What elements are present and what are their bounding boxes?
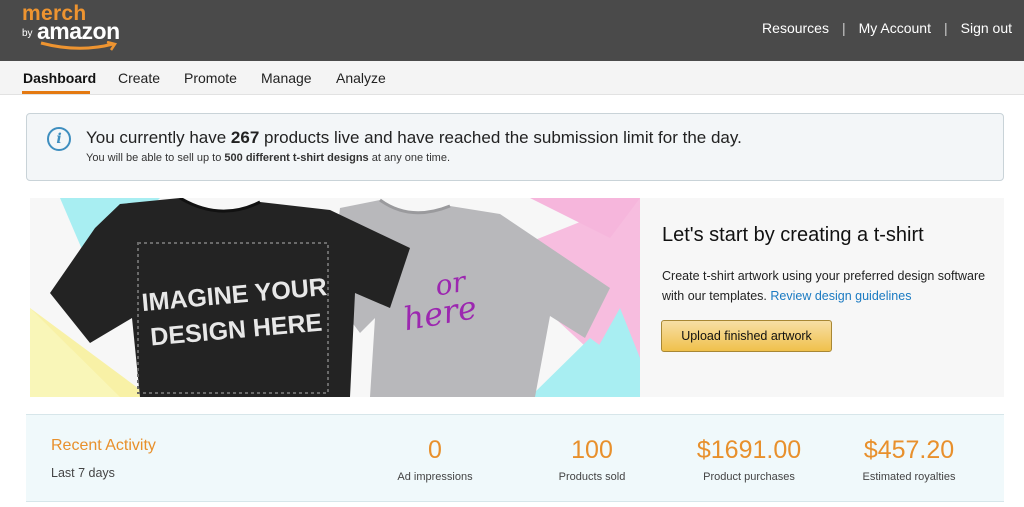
- top-header: merch by amazon Resources | My Account |…: [0, 0, 1024, 61]
- metric-value: 100: [571, 436, 613, 464]
- divider: |: [841, 20, 846, 36]
- recent-activity-title: Recent Activity: [51, 437, 156, 454]
- tab-manage[interactable]: Manage: [261, 70, 312, 86]
- submission-limit-alert: i You currently have 267 products live a…: [26, 113, 1004, 181]
- active-tab-indicator: [22, 91, 90, 94]
- shirt-grey-text-line-2: here: [400, 288, 479, 338]
- metric-label: Products sold: [558, 471, 626, 483]
- activity-period: Last 7 days: [51, 466, 115, 480]
- account-links: Resources | My Account | Sign out: [762, 20, 1012, 36]
- logo-amazon-text: amazon: [37, 18, 120, 44]
- metric-label: Ad impressions: [397, 471, 473, 483]
- tab-analyze[interactable]: Analyze: [336, 70, 386, 86]
- live-products-count: 267: [230, 128, 260, 147]
- metric-ad-impressions: 0 Ad impressions: [355, 435, 515, 483]
- resources-link[interactable]: Resources: [762, 20, 829, 36]
- my-account-link[interactable]: My Account: [859, 20, 931, 36]
- metric-products-sold: 100 Products sold: [512, 435, 672, 483]
- sign-out-link[interactable]: Sign out: [961, 20, 1012, 36]
- hero-description: Create t-shirt artwork using your prefer…: [662, 269, 986, 303]
- metric-label: Product purchases: [703, 471, 795, 483]
- metric-product-purchases: $1691.00 Product purchases: [669, 435, 829, 483]
- design-limit: 500 different t-shirt designs: [224, 152, 369, 164]
- info-icon: i: [47, 127, 71, 151]
- alert-submessage: You will be able to sell up to 500 diffe…: [86, 152, 451, 164]
- metric-estimated-royalties: $457.20 Estimated royalties: [829, 435, 989, 483]
- logo-by-text: by: [22, 28, 33, 39]
- main-nav: Dashboard Create Promote Manage Analyze: [0, 61, 1024, 95]
- metric-value: $1691.00: [696, 436, 802, 464]
- review-design-guidelines-link[interactable]: Review design guidelines: [770, 289, 911, 303]
- metric-value: $457.20: [863, 436, 955, 464]
- shirt-text-overlay: IMAGINE YOUR DESIGN HERE or here: [141, 264, 480, 352]
- tab-create[interactable]: Create: [118, 70, 160, 86]
- metric-label: Estimated royalties: [862, 471, 956, 483]
- metric-value: 0: [428, 436, 442, 464]
- upload-artwork-button[interactable]: Upload finished artwork: [661, 320, 832, 352]
- tab-dashboard[interactable]: Dashboard: [23, 70, 96, 86]
- alert-message: You currently have 267 products live and…: [86, 128, 742, 147]
- hero-title: Let's start by creating a t-shirt: [662, 224, 924, 246]
- amazon-smile-icon: [40, 41, 118, 51]
- tab-promote[interactable]: Promote: [184, 70, 237, 86]
- divider: |: [943, 20, 948, 36]
- shirt-black-text-line-2: DESIGN HERE: [149, 309, 323, 352]
